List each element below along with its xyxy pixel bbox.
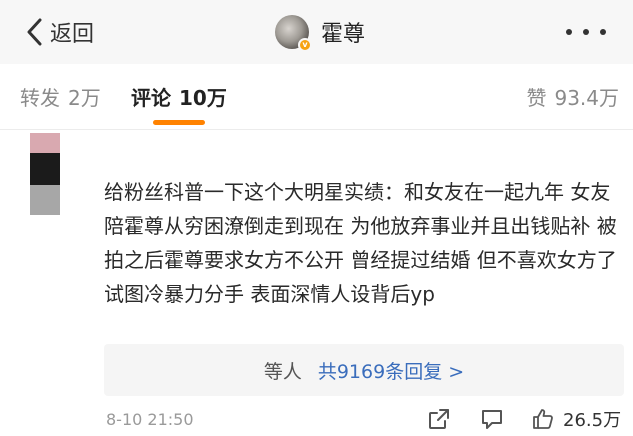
like-button[interactable]: 26.5万: [531, 406, 621, 432]
tab-likes[interactable]: 赞 93.4万: [526, 82, 619, 111]
replies-link[interactable]: 等人 共9169条回复 >: [104, 344, 624, 396]
tab-repost-label: 转发: [20, 86, 60, 110]
like-count: 26.5万: [563, 410, 622, 431]
avatar[interactable]: v: [275, 15, 312, 52]
tab-repost[interactable]: 转发 2万: [20, 82, 101, 111]
tab-repost-count: 2万: [68, 86, 101, 110]
tab-comment[interactable]: 评论 10万: [131, 82, 227, 111]
tab-likes-label: 赞: [526, 86, 547, 110]
tab-likes-count: 93.4万: [554, 86, 619, 110]
back-label: 返回: [50, 22, 95, 47]
comment-footer: 8-10 21:50 26.5万: [0, 400, 633, 436]
profile-header[interactable]: v 霍尊: [275, 10, 365, 54]
comment-timestamp: 8-10 21:50: [106, 410, 194, 429]
top-nav-bar: 返回 v 霍尊: [0, 0, 633, 64]
more-dots-icon[interactable]: [566, 29, 606, 37]
tab-bar: 转发 2万 评论 10万 赞 93.4万: [0, 64, 633, 130]
verified-badge: v: [298, 38, 312, 52]
commenter-avatar[interactable]: [30, 133, 60, 215]
back-button[interactable]: 返回: [24, 14, 94, 50]
comment-text: 给粉丝科普一下这个大明星实绩：和女友在一起九年 女友陪霍尊从穷困潦倒走到现在 为…: [104, 180, 617, 306]
tab-comment-count: 10万: [179, 86, 227, 110]
active-tab-indicator: [153, 120, 205, 125]
replies-count-link[interactable]: 共9169条回复 >: [318, 357, 464, 384]
tab-comment-label: 评论: [131, 86, 171, 110]
comment-icon[interactable]: [480, 408, 504, 430]
share-icon[interactable]: [428, 408, 450, 430]
thumbs-up-icon: [533, 409, 553, 429]
page-title: 霍尊: [321, 22, 366, 47]
replies-prefix: 等人: [263, 360, 302, 383]
chevron-left-icon: [27, 18, 42, 46]
